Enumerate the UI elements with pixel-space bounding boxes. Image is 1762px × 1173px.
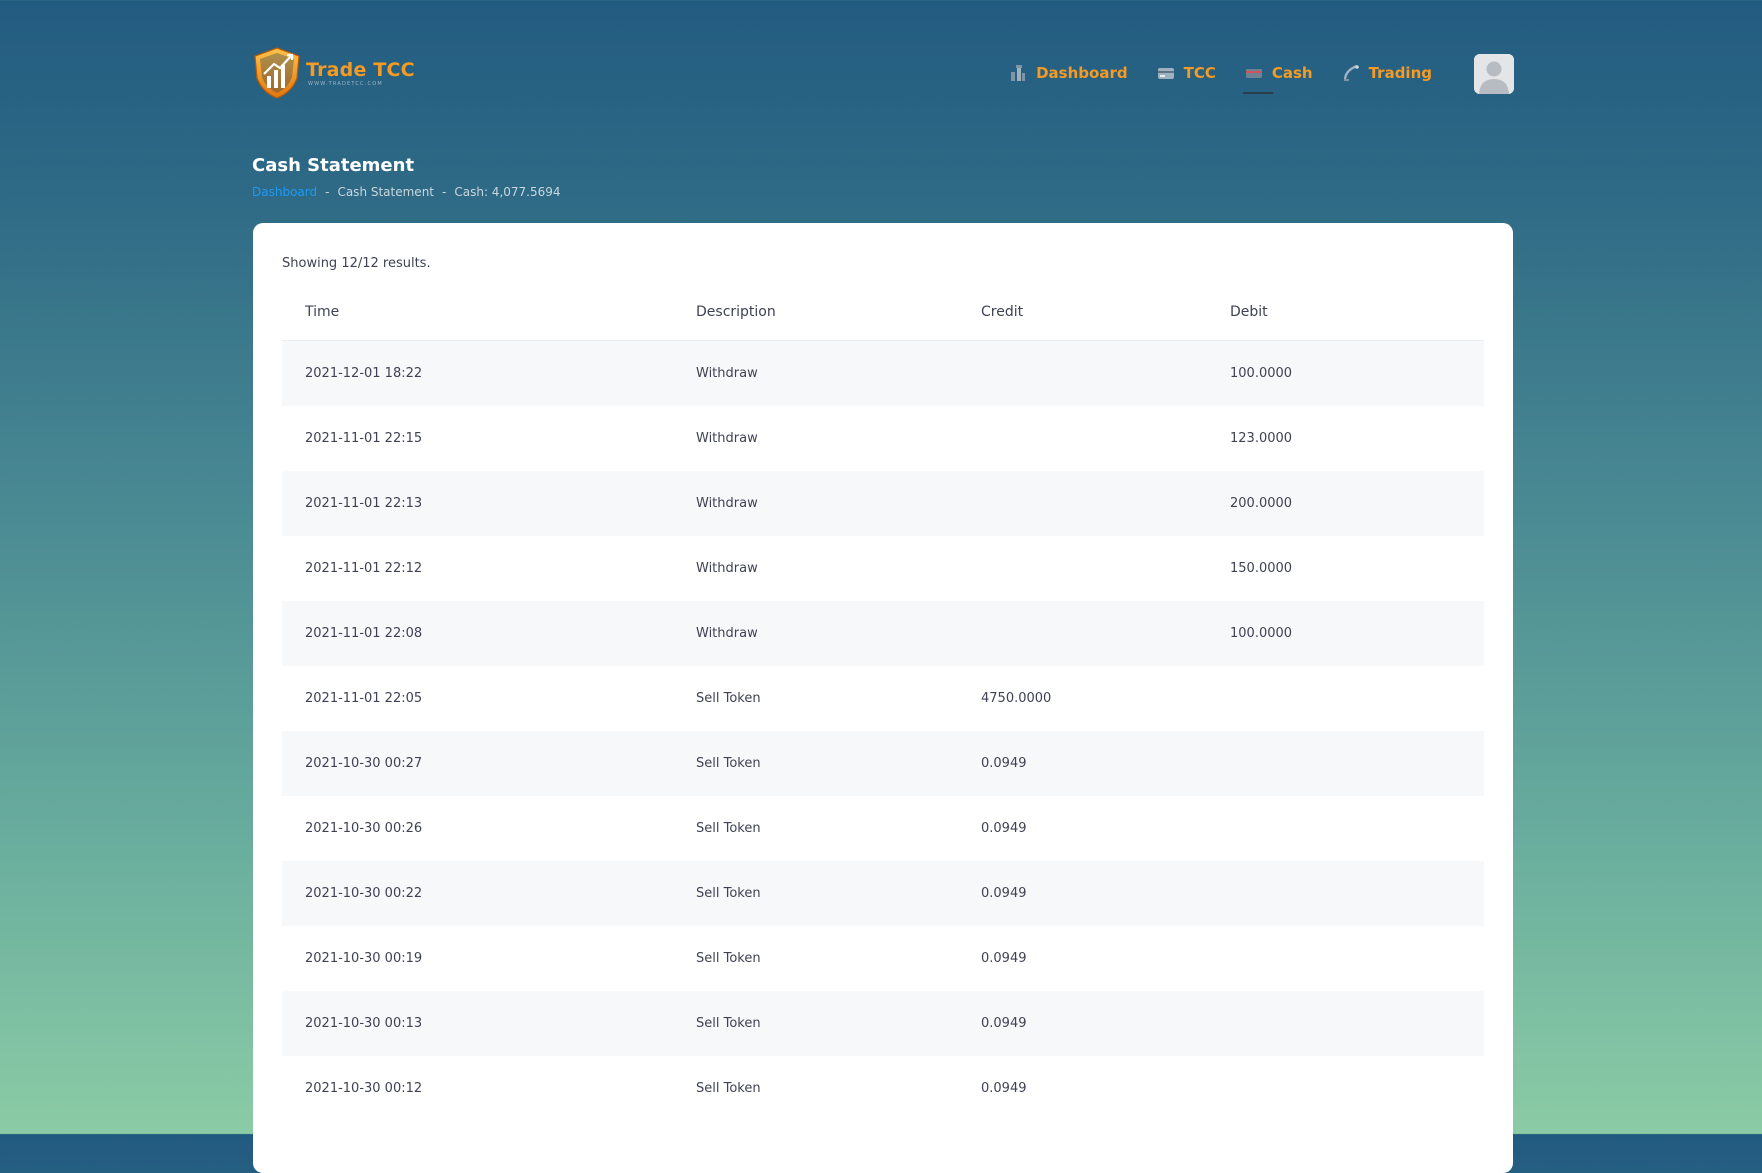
dashboard-icon xyxy=(1011,65,1026,81)
table-row: 2021-12-01 18:22 Withdraw 100.0000 xyxy=(282,340,1484,406)
cell-description: Sell Token xyxy=(696,861,981,926)
cell-time: 2021-10-30 00:27 xyxy=(282,731,696,796)
brand-name: Trade TCC xyxy=(306,59,415,81)
cash-balance: Cash: 4,077.5694 xyxy=(454,185,561,199)
breadcrumb: Dashboard - Cash Statement - Cash: 4,077… xyxy=(252,185,561,199)
column-header-description: Description xyxy=(696,283,981,341)
cell-time: 2021-11-01 22:08 xyxy=(282,601,696,666)
cell-debit: 150.0000 xyxy=(1230,561,1293,576)
nav-label: TCC xyxy=(1183,64,1216,82)
cell-credit xyxy=(981,471,1230,536)
cell-time: 2021-10-30 00:26 xyxy=(305,821,423,836)
cell-debit xyxy=(1230,991,1484,1056)
breadcrumb-separator: - xyxy=(325,185,330,199)
table-row: 2021-10-30 00:12 Sell Token 0.0949 xyxy=(282,1056,1484,1121)
cash-statement-table: Time Description Credit Debit 2021-12-01… xyxy=(282,283,1484,1121)
cell-description: Sell Token xyxy=(696,951,761,966)
nav-label: Cash xyxy=(1271,64,1313,82)
cell-time: 2021-10-30 00:12 xyxy=(305,1081,423,1096)
cell-debit: 200.0000 xyxy=(1230,471,1484,536)
cell-time: 2021-10-30 00:22 xyxy=(282,861,696,926)
table-row: 2021-11-01 22:12 Withdraw 150.0000 xyxy=(282,536,1484,601)
cell-time: 2021-11-01 22:15 xyxy=(305,431,423,446)
cell-time: 2021-10-30 00:19 xyxy=(305,951,423,966)
nav-cash[interactable]: Cash xyxy=(1242,60,1313,94)
table-body: 2021-12-01 18:22 Withdraw 100.0000 2021-… xyxy=(282,340,1484,1122)
cell-time: 2021-11-01 22:05 xyxy=(305,691,423,706)
nav-trading[interactable]: Trading xyxy=(1342,60,1432,86)
column-header-time: Time xyxy=(282,283,696,341)
table-row: 2021-11-01 22:08 Withdraw 100.0000 xyxy=(282,601,1484,666)
table-row: 2021-11-01 22:13 Withdraw 200.0000 xyxy=(282,471,1484,536)
brand-logo[interactable]: Trade TCC WWW.TRADETCC.COM xyxy=(252,46,415,100)
cell-credit: 0.0949 xyxy=(981,821,1027,836)
cell-credit: 4750.0000 xyxy=(981,691,1052,706)
cell-credit: 0.0949 xyxy=(981,861,1230,926)
column-header-credit: Credit xyxy=(981,283,1230,341)
cell-description: Sell Token xyxy=(696,991,981,1056)
trading-icon xyxy=(1343,64,1359,81)
cell-debit: 100.0000 xyxy=(1230,601,1484,666)
nav-tcc[interactable]: TCC xyxy=(1157,60,1216,86)
cell-debit xyxy=(1230,1056,1484,1121)
cell-debit xyxy=(1230,861,1484,926)
user-avatar[interactable] xyxy=(1474,54,1514,94)
cell-description: Withdraw xyxy=(696,471,981,536)
cell-credit xyxy=(981,536,1230,601)
cell-time: 2021-12-01 18:22 xyxy=(282,340,696,406)
nav-label: Trading xyxy=(1368,64,1432,82)
cash-statement-card: Showing 12/12 results. Time Description … xyxy=(253,223,1513,1173)
cell-description: Withdraw xyxy=(696,561,758,576)
cell-description: Sell Token xyxy=(696,821,761,836)
cell-time: 2021-10-30 00:13 xyxy=(282,991,696,1056)
cell-debit: 123.0000 xyxy=(1230,431,1293,446)
cell-credit: 0.0949 xyxy=(981,1081,1027,1096)
table-header-row: Time Description Credit Debit xyxy=(282,283,1484,341)
table-header: Time Description Credit Debit xyxy=(282,283,1484,341)
cell-credit xyxy=(981,340,1230,406)
cell-credit xyxy=(981,601,1230,666)
table-row: 2021-10-30 00:26 Sell Token 0.0949 xyxy=(282,796,1484,861)
cell-credit: 0.0949 xyxy=(981,951,1027,966)
cell-debit xyxy=(1230,731,1484,796)
cash-icon xyxy=(1245,69,1262,78)
main-nav: Dashboard TCC Cash Trading xyxy=(980,60,1432,94)
cell-description: Sell Token xyxy=(696,731,981,796)
cell-time: 2021-11-01 22:12 xyxy=(305,561,423,576)
top-header: Trade TCC WWW.TRADETCC.COM Dashboard TCC xyxy=(252,44,1514,104)
nav-label: Dashboard xyxy=(1036,64,1128,82)
shield-logo-icon xyxy=(254,47,300,99)
cell-debit xyxy=(1230,926,1484,991)
brand-tagline: WWW.TRADETCC.COM xyxy=(308,81,383,87)
logo-text: Trade TCC WWW.TRADETCC.COM xyxy=(306,59,415,87)
table-row: 2021-11-01 22:15 Withdraw 123.0000 xyxy=(282,406,1484,471)
card-icon xyxy=(1157,68,1174,79)
cell-credit: 0.0949 xyxy=(981,731,1230,796)
table-row: 2021-10-30 00:13 Sell Token 0.0949 xyxy=(282,991,1484,1056)
results-count: Showing 12/12 results. xyxy=(282,256,431,271)
user-avatar-icon xyxy=(1474,54,1514,94)
cell-description: Withdraw xyxy=(696,431,758,446)
cell-description: Sell Token xyxy=(696,1081,761,1096)
cell-debit: 100.0000 xyxy=(1230,340,1484,406)
table-row: 2021-10-30 00:27 Sell Token 0.0949 xyxy=(282,731,1484,796)
breadcrumb-current: Cash Statement xyxy=(337,185,435,199)
cell-debit xyxy=(1230,796,1484,861)
table-row: 2021-10-30 00:19 Sell Token 0.0949 xyxy=(282,926,1484,991)
cell-description: Withdraw xyxy=(696,340,981,406)
breadcrumb-dashboard-link[interactable]: Dashboard xyxy=(252,185,317,199)
cell-credit xyxy=(981,406,1230,471)
cell-debit xyxy=(1230,666,1484,731)
column-header-debit: Debit xyxy=(1230,283,1484,341)
breadcrumb-separator: - xyxy=(442,185,447,199)
cell-credit: 0.0949 xyxy=(981,991,1230,1056)
cell-description: Sell Token xyxy=(696,691,761,706)
nav-dashboard[interactable]: Dashboard xyxy=(1009,60,1128,86)
table-row: 2021-10-30 00:22 Sell Token 0.0949 xyxy=(282,861,1484,926)
cell-description: Withdraw xyxy=(696,601,981,666)
table-row: 2021-11-01 22:05 Sell Token 4750.0000 xyxy=(282,666,1484,731)
cell-time: 2021-11-01 22:13 xyxy=(282,471,696,536)
page-title: Cash Statement xyxy=(252,155,415,176)
